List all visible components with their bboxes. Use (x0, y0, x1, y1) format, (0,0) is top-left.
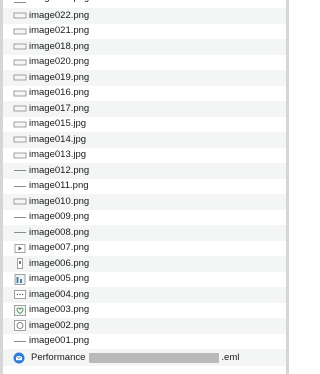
box-thumbnail-icon (13, 196, 27, 207)
file-row[interactable]: image006.png (3, 256, 286, 272)
box-thumbnail-icon (13, 134, 27, 145)
email-file-name-prefix: Performance (31, 351, 86, 363)
file-row[interactable]: image015.jpg (3, 117, 286, 133)
redacted-text (89, 352, 220, 363)
file-name: image020.png (29, 56, 90, 68)
file-name: image014.jpg (29, 133, 87, 145)
box-thumbnail-icon (13, 57, 27, 68)
line-thumbnail-icon (13, 227, 27, 238)
dots-thumbnail-icon (13, 289, 27, 300)
file-name: image003.png (29, 304, 90, 316)
file-row[interactable]: image002.png (3, 318, 286, 334)
file-row[interactable]: image004.png (3, 287, 286, 303)
file-row[interactable]: image008.png (3, 225, 286, 241)
file-row[interactable]: image022.png (3, 8, 286, 24)
box-thumbnail-icon (13, 41, 27, 52)
file-name: image012.png (29, 164, 90, 176)
line-thumbnail-icon (13, 336, 27, 347)
file-row[interactable]: image011.png (3, 179, 286, 195)
file-row[interactable]: image012.png (3, 163, 286, 179)
email-file-extension: .eml (221, 351, 240, 363)
file-name: image008.png (29, 226, 90, 238)
file-row[interactable]: image013.jpg (3, 148, 286, 164)
file-name: image019.png (29, 71, 90, 83)
file-row[interactable]: image010.png (3, 194, 286, 210)
file-name: image009.png (29, 211, 90, 223)
file-row[interactable]: image021.png (3, 24, 286, 40)
file-name: image001.png (29, 335, 90, 347)
file-name: image022.png (29, 9, 90, 21)
file-name: image006.png (29, 257, 90, 269)
file-list-window: image023.png image022.png image021.png imag… (0, 0, 289, 374)
phone-thumbnail-icon (13, 258, 27, 270)
file-name: image007.png (29, 242, 90, 254)
bars-thumbnail-icon (13, 273, 27, 285)
file-name: image005.png (29, 273, 90, 285)
file-name: image015.jpg (29, 118, 87, 130)
file-row[interactable]: image009.png (3, 210, 286, 226)
box-thumbnail-icon (13, 26, 27, 37)
file-name: image002.png (29, 319, 90, 331)
file-row[interactable]: image014.jpg (3, 132, 286, 148)
box-thumbnail-icon (13, 10, 27, 21)
file-row[interactable]: image023.png (3, 0, 286, 8)
file-row[interactable]: image020.png (3, 55, 286, 71)
box-thumbnail-icon (13, 119, 27, 130)
file-name: image021.png (29, 25, 90, 37)
file-row[interactable]: image017.png (3, 101, 286, 117)
box-thumbnail-icon (13, 72, 27, 83)
line-thumbnail-icon (13, 0, 27, 8)
file-name: image010.png (29, 195, 90, 207)
box-thumbnail-icon (13, 103, 27, 114)
file-row[interactable]: image018.png (3, 39, 286, 55)
mail-icon (13, 352, 25, 363)
line-thumbnail-icon (13, 181, 27, 192)
line-thumbnail-icon (13, 165, 27, 176)
file-name: image016.png (29, 87, 90, 99)
file-row[interactable]: image005.png (3, 272, 286, 288)
box-thumbnail-icon (13, 150, 27, 161)
file-name: image011.png (29, 180, 89, 192)
email-file-row[interactable]: Performance .eml (3, 349, 286, 366)
file-row[interactable]: image001.png (3, 334, 286, 350)
file-row[interactable]: image007.png (3, 241, 286, 257)
heart-thumbnail-icon (13, 304, 27, 316)
file-name: image013.jpg (29, 149, 87, 161)
file-row[interactable]: image003.png (3, 303, 286, 319)
file-name: image017.png (29, 102, 90, 114)
file-name: image023.png (29, 0, 89, 4)
file-list: image023.png image022.png image021.png imag… (3, 0, 286, 374)
file-name: image004.png (29, 288, 90, 300)
box-thumbnail-icon (13, 88, 27, 99)
circle-thumbnail-icon (13, 320, 27, 332)
file-row[interactable]: image019.png (3, 70, 286, 86)
window-right-border (286, 0, 289, 374)
file-name: image018.png (29, 40, 90, 52)
line-thumbnail-icon (13, 212, 27, 223)
file-row[interactable]: image016.png (3, 86, 286, 102)
play-thumbnail-icon (13, 243, 27, 254)
